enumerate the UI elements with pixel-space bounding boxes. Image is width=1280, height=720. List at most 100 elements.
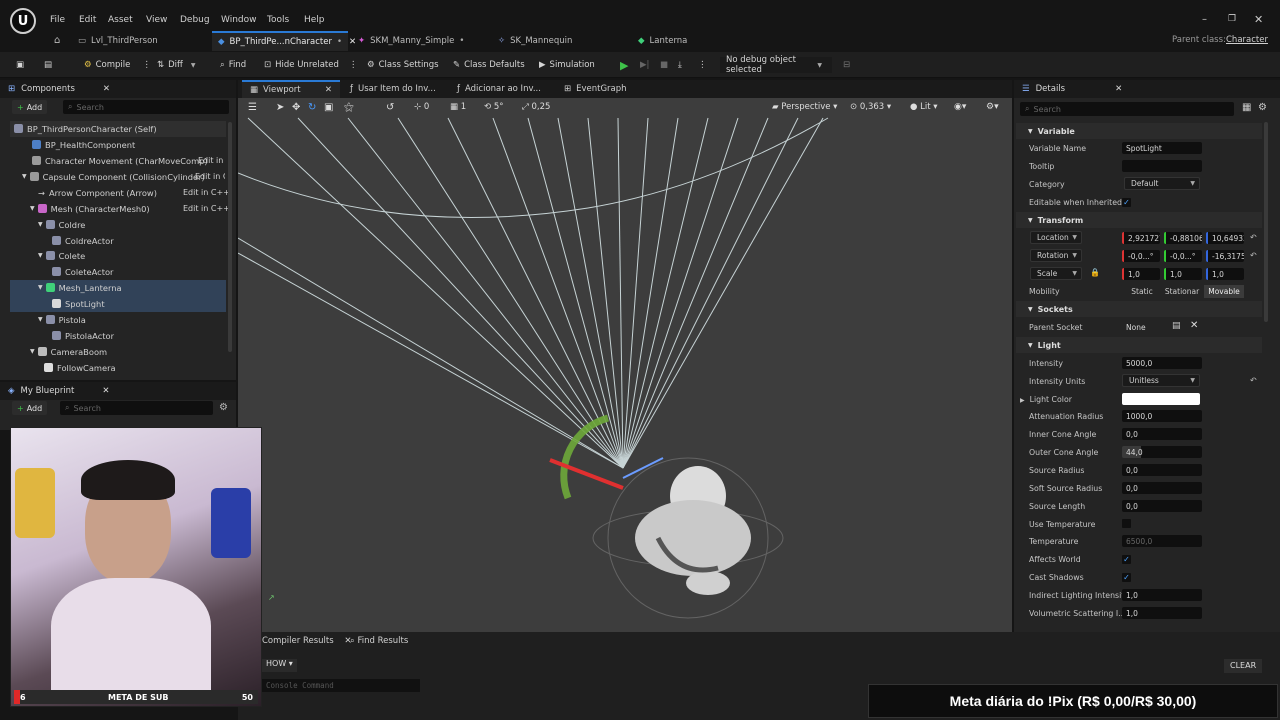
- scale-snap-control[interactable]: ⤢ 0,25: [522, 102, 550, 112]
- scale-x-input[interactable]: 1,0: [1122, 268, 1160, 280]
- scale-dropdown[interactable]: Scale ▼: [1030, 267, 1082, 280]
- rotation-snap-control[interactable]: ⟲ 5°: [484, 102, 504, 112]
- select-tool-icon[interactable]: ➤: [276, 102, 284, 113]
- menu-edit[interactable]: Edit: [79, 15, 96, 25]
- tab-find-results[interactable]: ⌕ Find Results: [350, 636, 408, 646]
- edit-in-cpp-link[interactable]: Edit in C: [195, 172, 225, 181]
- tree-item-mesh-lanterna[interactable]: ▼ Mesh_Lanterna: [38, 280, 122, 295]
- inner-cone-input[interactable]: 0,0: [1122, 428, 1202, 440]
- add-component-button[interactable]: + Add: [12, 100, 48, 114]
- surface-snap-icon[interactable]: ↺: [386, 102, 394, 113]
- maximize-icon[interactable]: ❐: [1228, 14, 1236, 24]
- close-window-icon[interactable]: ✕: [1254, 13, 1263, 26]
- diff-button[interactable]: ⇅ Diff ▼: [157, 57, 200, 73]
- reset-location-icon[interactable]: ↶: [1250, 233, 1257, 242]
- tab-adicionar[interactable]: ƒ Adicionar ao Inv...: [457, 81, 541, 97]
- source-radius-input[interactable]: 0,0: [1122, 464, 1202, 476]
- hide-unrelated-button[interactable]: ⊡ Hide Unrelated ⋮: [264, 57, 357, 73]
- reset-rotation-icon[interactable]: ↶: [1250, 251, 1257, 260]
- tree-item-pistola[interactable]: ▼ Pistola: [38, 312, 86, 327]
- perspective-dropdown[interactable]: ▰ Perspective ▾: [772, 102, 837, 112]
- find-button[interactable]: ⌕ Find: [220, 57, 246, 73]
- home-icon[interactable]: ⌂: [54, 35, 60, 46]
- edit-in-cpp-link[interactable]: Edit in C++: [183, 204, 230, 213]
- viewport-settings-icon[interactable]: ⚙▾: [986, 102, 999, 112]
- show-dropdown[interactable]: HOW ▾: [262, 659, 297, 672]
- menu-view[interactable]: View: [146, 15, 167, 25]
- browse-socket-icon[interactable]: ▤: [1172, 321, 1181, 331]
- source-length-input[interactable]: 0,0: [1122, 500, 1202, 512]
- tree-item-followcamera[interactable]: FollowCamera: [44, 360, 116, 375]
- viewport-options-icon[interactable]: ☰: [248, 102, 257, 113]
- tree-item-cameraboom[interactable]: ▼ CameraBoom: [30, 344, 107, 359]
- section-transform[interactable]: ▼ Transform: [1016, 212, 1262, 228]
- light-color-swatch[interactable]: [1122, 393, 1200, 405]
- menu-asset[interactable]: Asset: [108, 15, 133, 25]
- tree-item-healthcomponent[interactable]: BP_HealthComponent: [32, 137, 135, 152]
- possess-icon[interactable]: ⤓: [678, 57, 682, 73]
- mobility-stationary-button[interactable]: Stationar: [1163, 285, 1201, 298]
- components-scrollbar[interactable]: [228, 122, 232, 352]
- unreal-logo-icon[interactable]: U: [10, 8, 36, 34]
- components-search-input[interactable]: ⌕ Search: [63, 100, 229, 114]
- tree-item-coldreactor[interactable]: ColdreActor: [52, 233, 114, 248]
- affects-world-checkbox[interactable]: ✓: [1122, 555, 1131, 564]
- minimize-icon[interactable]: –: [1202, 14, 1207, 25]
- close-components-icon[interactable]: ✕: [103, 84, 110, 94]
- tree-item-arrow[interactable]: → Arrow Component (Arrow): [38, 185, 157, 200]
- location-dropdown[interactable]: Location ▼: [1030, 231, 1082, 244]
- location-x-input[interactable]: 2,921727: [1122, 232, 1160, 244]
- rotation-dropdown[interactable]: Rotation ▼: [1030, 249, 1082, 262]
- location-z-input[interactable]: 10,64933: [1206, 232, 1244, 244]
- add-variable-button[interactable]: + Add: [12, 401, 48, 415]
- tree-item-capsule[interactable]: ▼ Capsule Component (CollisionCylinder): [22, 169, 205, 184]
- details-settings-icon[interactable]: ⚙: [1258, 102, 1267, 113]
- lock-icon[interactable]: 🔒: [1090, 268, 1100, 277]
- tree-item-coleteactor[interactable]: ColeteActor: [52, 264, 113, 279]
- tooltip-input[interactable]: [1122, 160, 1202, 172]
- mobility-static-button[interactable]: Static: [1126, 285, 1158, 298]
- tree-item-coldre[interactable]: ▼ Coldre: [38, 217, 85, 232]
- menu-debug[interactable]: Debug: [180, 15, 210, 25]
- tree-item-mesh[interactable]: ▼ Mesh (CharacterMesh0): [30, 201, 150, 216]
- class-settings-button[interactable]: ⚙ Class Settings: [367, 57, 439, 73]
- tree-item-pistolaactor[interactable]: PistolaActor: [52, 328, 114, 343]
- temperature-input[interactable]: 6500,0: [1122, 535, 1202, 547]
- scale-z-input[interactable]: 1,0: [1206, 268, 1244, 280]
- browse-icon[interactable]: ▤: [44, 57, 52, 73]
- play-options-icon[interactable]: ⋮: [698, 57, 707, 73]
- use-temperature-checkbox[interactable]: [1122, 519, 1131, 528]
- tab-bp-thirdpersoncharacter[interactable]: ◆ BP_ThirdPe...nCharacter • ✕: [212, 31, 356, 51]
- clear-socket-icon[interactable]: ✕: [1190, 320, 1198, 331]
- scale-tool-icon[interactable]: ▣: [324, 102, 333, 113]
- stop-icon[interactable]: ■: [660, 57, 668, 73]
- close-tab-icon[interactable]: ✕: [325, 85, 332, 95]
- tab-eventgraph[interactable]: ⊞ EventGraph: [564, 81, 627, 97]
- intensity-input[interactable]: 5000,0: [1122, 357, 1202, 369]
- menu-file[interactable]: File: [50, 15, 65, 25]
- save-icon[interactable]: ▣: [16, 57, 24, 73]
- compile-button[interactable]: ⚙ Compile ⋮: [84, 57, 151, 73]
- rotation-y-input[interactable]: -0,0...°: [1164, 250, 1202, 262]
- menu-window[interactable]: Window: [221, 15, 257, 25]
- parent-class-link[interactable]: Character: [1226, 35, 1268, 45]
- indirect-lighting-input[interactable]: 1,0: [1122, 589, 1202, 601]
- play-icon[interactable]: ▶: [620, 57, 628, 73]
- rotate-tool-icon[interactable]: ↻: [308, 102, 316, 113]
- class-defaults-button[interactable]: ✎ Class Defaults: [453, 57, 525, 73]
- section-variable[interactable]: ▼ Variable: [1016, 123, 1262, 139]
- coordinate-space-icon[interactable]: ⚝: [344, 102, 354, 113]
- show-flags-icon[interactable]: ◉▾: [954, 102, 966, 112]
- cast-shadows-checkbox[interactable]: ✓: [1122, 573, 1131, 582]
- outer-cone-input[interactable]: 44,0: [1122, 446, 1202, 458]
- close-details-icon[interactable]: ✕: [1115, 84, 1122, 94]
- tree-item-character-movement[interactable]: Character Movement (CharMoveComp): [32, 153, 208, 168]
- menu-tools[interactable]: Tools: [267, 15, 289, 25]
- attenuation-radius-input[interactable]: 1000,0: [1122, 410, 1202, 422]
- settings-gear-icon[interactable]: ⚙: [219, 402, 228, 413]
- close-my-blueprint-icon[interactable]: ✕: [102, 386, 109, 396]
- tree-item-colete[interactable]: ▼ Colete: [38, 248, 85, 263]
- category-dropdown[interactable]: Default ▼: [1124, 177, 1200, 190]
- tree-item-self[interactable]: BP_ThirdPersonCharacter (Self): [14, 121, 157, 136]
- debug-filter-icon[interactable]: ⊟: [843, 57, 850, 73]
